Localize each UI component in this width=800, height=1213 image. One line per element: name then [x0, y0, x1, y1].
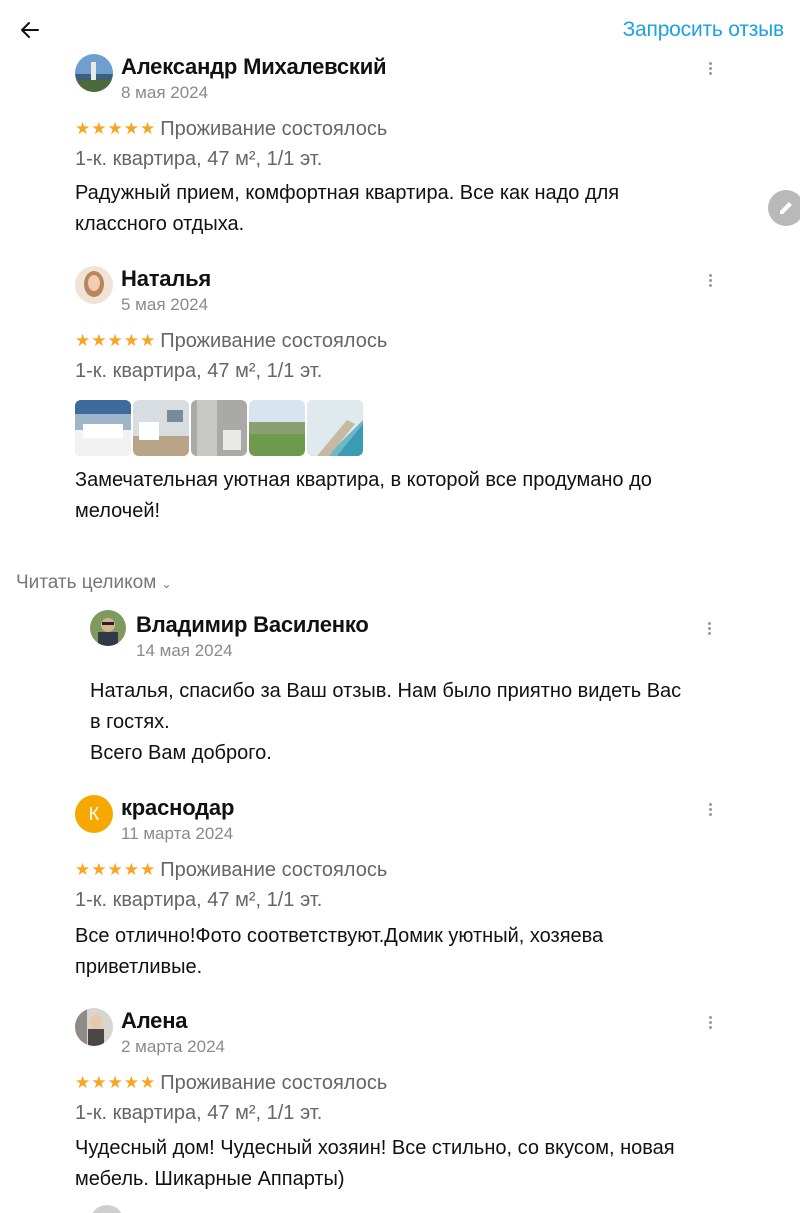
- review-photo[interactable]: [249, 400, 305, 456]
- back-button[interactable]: [18, 18, 44, 44]
- review-author[interactable]: краснодар: [121, 795, 234, 821]
- review-date: 11 марта 2024: [121, 824, 234, 843]
- review-card: Наталья 5 мая 2024 ★★★★★ Проживание состо…: [75, 266, 725, 536]
- stay-status: Проживание состоялось: [160, 330, 388, 352]
- owner-reply: Владимир Василенко 14 мая 2024 Наталья, …: [90, 610, 730, 770]
- review-card: Александр Михалевский 8 мая 2024 ★★★★★ Пр…: [75, 54, 725, 244]
- avatar: [90, 1205, 124, 1213]
- room-info: 1-к. квартира, 47 м², 1/1 эт.: [75, 1102, 323, 1124]
- review-card: Алена 2 марта 2024 ★★★★★ Проживание состо…: [75, 1008, 725, 1198]
- review-author[interactable]: Александр Михалевский: [121, 54, 387, 80]
- avatar: [75, 1008, 113, 1046]
- pencil-icon: [780, 202, 792, 214]
- avatar-letter: К: [88, 803, 100, 824]
- more-options-icon[interactable]: [707, 803, 713, 818]
- avatar: [75, 266, 113, 304]
- stay-status: Проживание состоялось: [160, 118, 388, 140]
- edit-button[interactable]: [768, 190, 800, 226]
- review-photo[interactable]: [133, 400, 189, 456]
- review-date: 5 мая 2024: [121, 295, 209, 314]
- reply-date: 14 мая 2024: [136, 641, 233, 660]
- reply-author[interactable]: Владимир Василенко: [136, 612, 369, 638]
- star-rating-icon: ★★★★★: [75, 331, 157, 350]
- review-photo[interactable]: [75, 400, 131, 456]
- review-photo[interactable]: [307, 400, 363, 456]
- review-author[interactable]: Алена: [121, 1008, 188, 1034]
- more-options-icon[interactable]: [707, 274, 713, 289]
- review-date: 2 марта 2024: [121, 1037, 225, 1056]
- review-text: Чудесный дом! Чудесный хозяин! Все стиль…: [75, 1137, 675, 1190]
- stay-status: Проживание состоялось: [160, 859, 388, 881]
- review-photo[interactable]: [191, 400, 247, 456]
- chevron-down-icon: ⌄: [161, 577, 172, 591]
- more-options-icon[interactable]: [706, 622, 712, 637]
- read-full-link[interactable]: Читать целиком ⌄: [16, 572, 172, 594]
- room-info: 1-к. квартира, 47 м², 1/1 эт.: [75, 360, 323, 382]
- request-review-button[interactable]: Запросить отзыв: [623, 18, 785, 42]
- review-card: К краснодар 11 марта 2024 ★★★★★ Проживани…: [75, 795, 725, 985]
- arrow-left-icon: [21, 22, 39, 38]
- stay-status: Проживание состоялось: [160, 1072, 388, 1094]
- review-text: Все отлично!Фото соответствуют.Домик уют…: [75, 925, 604, 978]
- rating-row: ★★★★★ Проживание состоялось: [75, 1072, 387, 1095]
- rating-row: ★★★★★ Проживание состоялось: [75, 118, 387, 141]
- room-info: 1-к. квартира, 47 м², 1/1 эт.: [75, 148, 323, 170]
- room-info: 1-к. квартира, 47 м², 1/1 эт.: [75, 889, 323, 911]
- review-photos: [75, 400, 363, 456]
- star-rating-icon: ★★★★★: [75, 119, 157, 138]
- avatar: [90, 610, 126, 646]
- rating-row: ★★★★★ Проживание состоялось: [75, 859, 387, 882]
- avatar: К: [75, 795, 113, 833]
- review-text: Замечательная уютная квартира, в которой…: [75, 469, 652, 522]
- more-options-icon[interactable]: [707, 1016, 713, 1031]
- more-options-icon[interactable]: [707, 62, 713, 77]
- review-author[interactable]: Наталья: [121, 266, 211, 292]
- review-date: 8 мая 2024: [121, 83, 209, 102]
- reply-text: Наталья, спасибо за Ваш отзыв. Нам было …: [90, 680, 682, 764]
- review-text: Радужный прием, комфортная квартира. Все…: [75, 182, 620, 235]
- top-bar: Запросить отзыв: [0, 0, 800, 62]
- rating-row: ★★★★★ Проживание состоялось: [75, 330, 387, 353]
- star-rating-icon: ★★★★★: [75, 860, 157, 879]
- avatar: [75, 54, 113, 92]
- star-rating-icon: ★★★★★: [75, 1073, 157, 1092]
